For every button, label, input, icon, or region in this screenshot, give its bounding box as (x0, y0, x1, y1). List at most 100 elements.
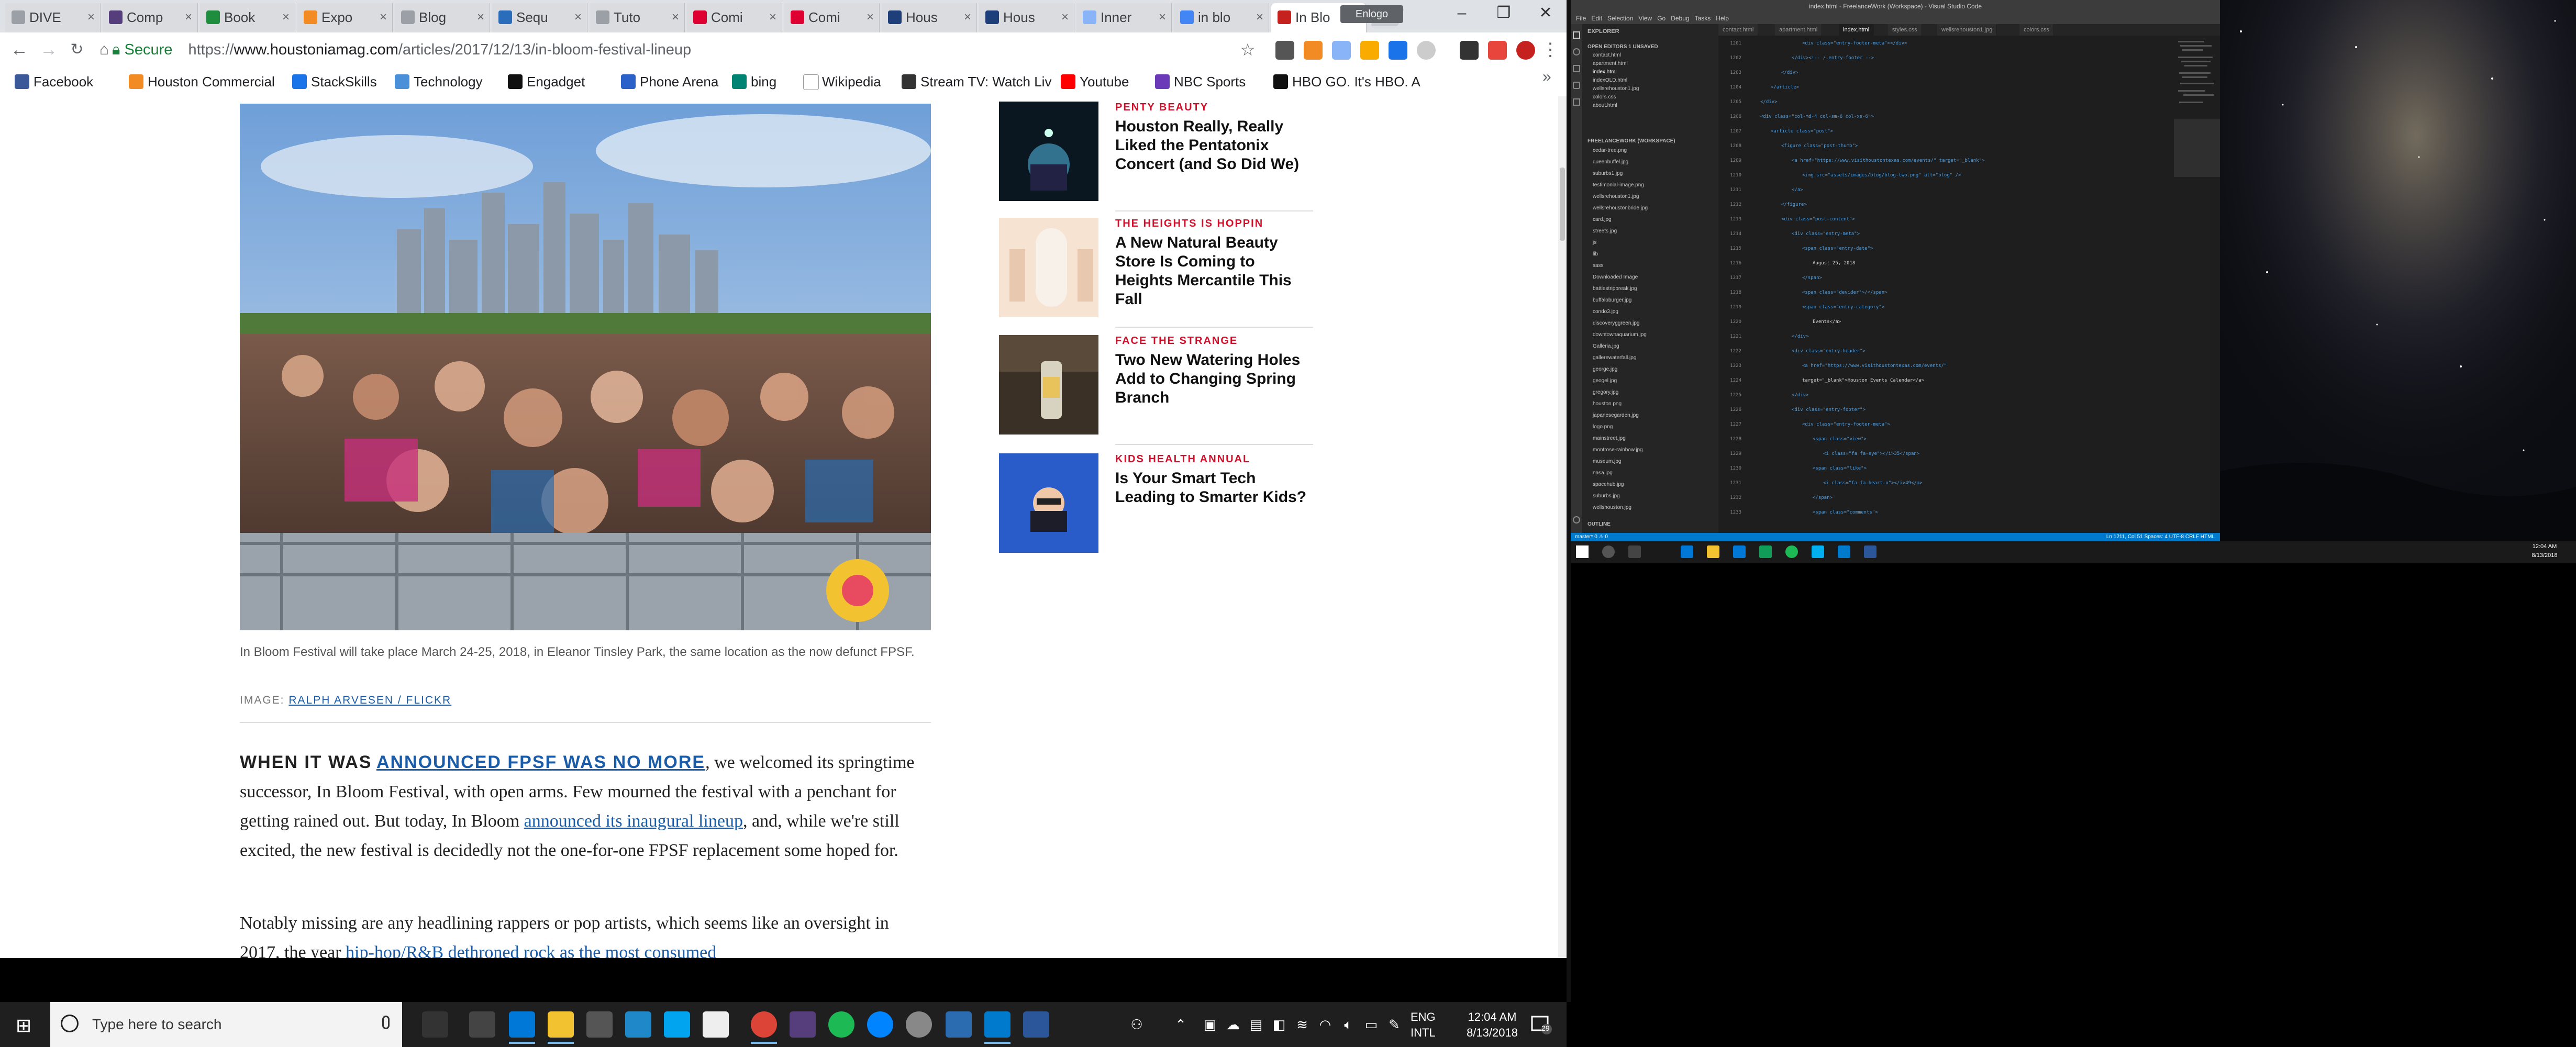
file-tree-item[interactable]: gregory.jpg (1593, 389, 1618, 395)
action-center-icon[interactable]: 29 (1530, 1013, 1552, 1035)
outline-header[interactable]: OUTLINE (1587, 521, 1611, 527)
tab-close-icon[interactable]: × (672, 3, 679, 31)
file-tree-item[interactable]: montrose-rainbow.jpg (1593, 447, 1643, 453)
file-tree-item[interactable]: colors.css (1593, 94, 1616, 100)
folder-icon[interactable] (1707, 545, 1719, 558)
file-tree-item[interactable]: apartment.html (1593, 61, 1628, 66)
tab-close-icon[interactable]: × (477, 3, 484, 31)
address-bar[interactable]: 🔒︎ Secure https://www.houstoniamag.com/a… (112, 37, 1269, 63)
menu-item[interactable]: Selection (1607, 15, 1633, 22)
word-icon[interactable] (1864, 545, 1877, 558)
bookmark-item[interactable]: Youtube (1059, 67, 1129, 96)
app-icon[interactable] (625, 1011, 651, 1038)
hiphop-link[interactable]: hip-hop/R&B dethroned rock as the most c… (346, 943, 716, 958)
file-tree-item[interactable]: contact.html (1593, 52, 1621, 58)
editor-tab[interactable]: index.html (1839, 24, 1874, 36)
file-tree-item[interactable]: logo.png (1593, 424, 1613, 430)
taskbar-search[interactable]: Type here to search (50, 1002, 402, 1047)
minimap[interactable] (2174, 36, 2220, 533)
tab-close-icon[interactable]: × (87, 3, 95, 31)
browser-tab[interactable]: Blog × (395, 3, 490, 32)
bookmark-item[interactable]: Phone Arena (619, 67, 718, 96)
menu-item[interactable]: Edit (1591, 15, 1602, 22)
extension-icon[interactable] (1389, 41, 1407, 60)
browser-tab[interactable]: Expo × (297, 3, 393, 32)
sidebar-article[interactable]: THE HEIGHTS IS HOPPIN A New Natural Beau… (999, 218, 1313, 328)
microphone-icon[interactable] (382, 1016, 390, 1029)
battery-icon[interactable]: ▭ (1363, 1017, 1379, 1032)
github-icon[interactable] (906, 1011, 932, 1038)
tab-close-icon[interactable]: × (574, 3, 582, 31)
edge-icon[interactable] (509, 1011, 535, 1044)
gear-icon[interactable] (1573, 516, 1580, 524)
photos-icon[interactable] (664, 1011, 690, 1038)
people-icon[interactable]: ⚇ (1129, 1017, 1145, 1032)
extension-icon[interactable] (1332, 41, 1351, 60)
article-thumbnail[interactable] (999, 453, 1098, 553)
spotify-icon[interactable] (1785, 545, 1798, 558)
bookmark-item[interactable]: StackSkills (290, 67, 377, 96)
tray-app-icon[interactable]: ▣ (1202, 1017, 1218, 1032)
extension-icon[interactable] (1460, 41, 1479, 60)
file-tree-item[interactable]: buffaloburger.jpg (1593, 297, 1631, 303)
menu-icon[interactable]: ⋮ (1538, 38, 1562, 62)
file-tree-item[interactable]: wellsrehouston1.jpg (1593, 86, 1639, 92)
windows-start-icon[interactable]: ⊞ (16, 1015, 31, 1037)
sidebar-article[interactable]: KIDS HEALTH ANNUAL Is Your Smart Tech Le… (999, 453, 1313, 556)
file-tree-item[interactable]: gallerewaterfall.jpg (1593, 355, 1636, 361)
close-icon[interactable]: ✕ (1525, 0, 1567, 26)
bookmark-item[interactable]: bing (730, 67, 776, 96)
file-tree-item[interactable]: index.html (1593, 69, 1617, 75)
browser-tab[interactable]: Inner × (1076, 3, 1172, 32)
menu-item[interactable]: Tasks (1695, 15, 1711, 22)
bookmark-item[interactable]: Technology (393, 67, 483, 96)
sidebar-article[interactable]: PENTY BEAUTY Houston Really, Really Like… (999, 102, 1313, 211)
paint-icon[interactable] (703, 1011, 729, 1038)
vscode-icon[interactable] (984, 1011, 1011, 1044)
profile-badge[interactable]: Enlogo (1340, 5, 1403, 23)
browser-tab[interactable]: Sequ × (492, 3, 587, 32)
bookmark-item[interactable]: Facebook (13, 67, 93, 96)
language-indicator[interactable]: ENG INTL (1411, 1009, 1436, 1041)
bookmark-item[interactable]: Stream TV: Watch Liv (900, 67, 1051, 96)
file-tree-item[interactable]: wellsrehouston1.jpg (1593, 194, 1639, 199)
extension-icon[interactable] (1360, 41, 1379, 60)
editor-tab[interactable]: contact.html (1718, 24, 1759, 36)
article-thumbnail[interactable] (999, 218, 1098, 317)
browser-tab[interactable]: Tuto × (590, 3, 685, 32)
file-tree-item[interactable]: wellshouston.jpg (1593, 505, 1631, 510)
article-thumbnail[interactable] (999, 102, 1098, 201)
scrollbar-thumb[interactable] (1560, 168, 1565, 241)
file-tree-item[interactable]: suburbs1.jpg (1593, 171, 1623, 176)
credit-link[interactable]: RALPH ARVESEN / FLICKR (288, 694, 451, 706)
minimize-icon[interactable]: – (1441, 0, 1483, 26)
editor-tab[interactable]: wellsrehouston1.jpg (1937, 24, 1997, 36)
menu-item[interactable]: Go (1657, 15, 1665, 22)
tab-close-icon[interactable]: × (1061, 3, 1069, 31)
extension-icon[interactable] (1275, 41, 1294, 60)
volume-icon[interactable]: 🔈︎ (1340, 1017, 1356, 1032)
file-tree-item[interactable]: lib (1593, 251, 1598, 257)
browser-tab[interactable]: Comp × (103, 3, 198, 32)
code-editor[interactable]: 1201 <div class="entry-footer-meta"></div… (1718, 36, 2174, 533)
menu-item[interactable]: View (1638, 15, 1652, 22)
article-thumbnail[interactable] (999, 335, 1098, 435)
tab-close-icon[interactable]: × (964, 3, 971, 31)
file-tree-item[interactable]: cedar-tree.png (1593, 148, 1627, 153)
tray-app-icon[interactable]: ◧ (1271, 1017, 1287, 1032)
bookmarks-overflow-icon[interactable]: » (1542, 68, 1551, 86)
tab-close-icon[interactable]: × (867, 3, 874, 31)
open-editors-header[interactable]: OPEN EDITORS 1 UNSAVED (1587, 44, 1658, 50)
search-icon[interactable] (1602, 545, 1615, 558)
file-tree-item[interactable]: card.jpg (1593, 217, 1612, 222)
browser-tab[interactable]: DIVE × (5, 3, 101, 32)
forward-icon[interactable]: → (37, 38, 61, 62)
extension-icon[interactable] (1304, 41, 1323, 60)
chrome-icon[interactable] (1759, 545, 1772, 558)
tab-close-icon[interactable]: × (769, 3, 776, 31)
file-tree-item[interactable]: suburbs.jpg (1593, 493, 1620, 499)
browser-tab[interactable]: in blo × (1174, 3, 1269, 32)
extensions-icon[interactable] (1573, 98, 1580, 106)
bookmark-item[interactable]: Engadget (506, 67, 585, 96)
spotify-icon[interactable] (828, 1011, 854, 1038)
